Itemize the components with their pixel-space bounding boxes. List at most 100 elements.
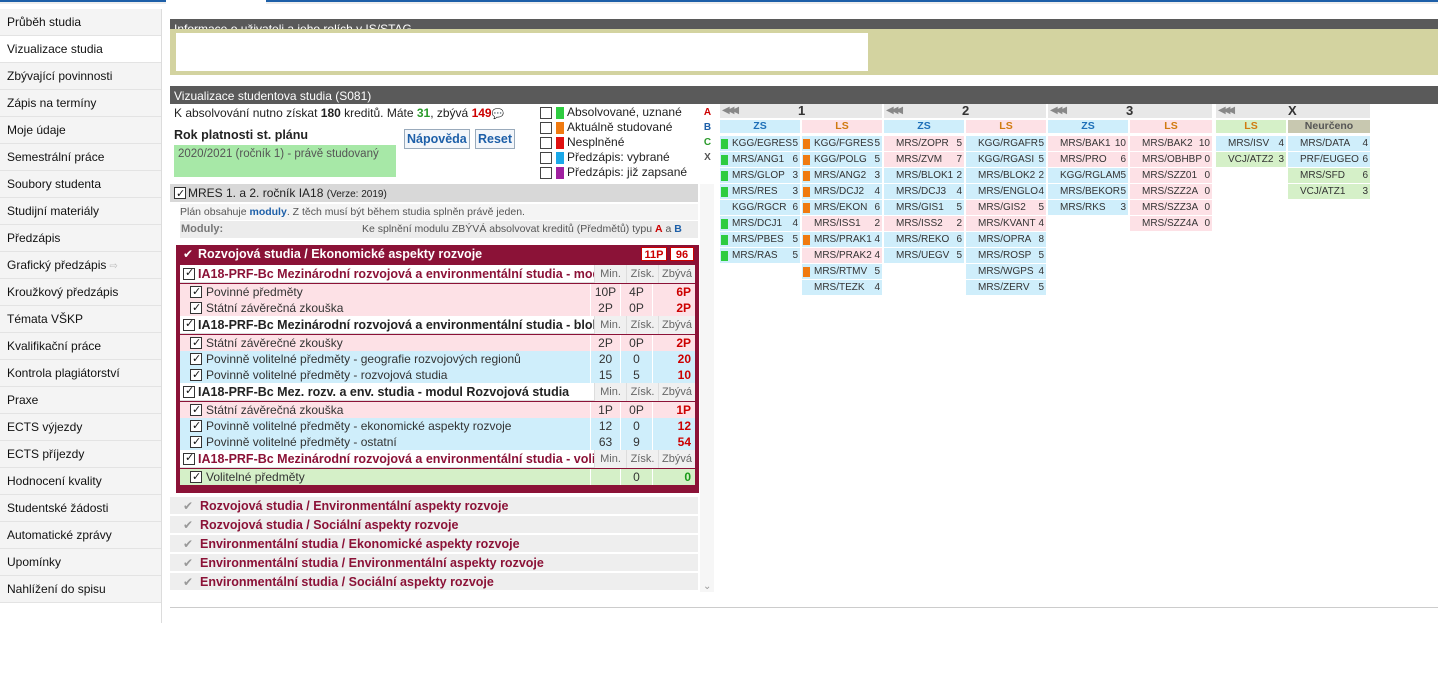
requirement-checkbox[interactable] <box>190 418 202 434</box>
legend-checkbox[interactable] <box>540 122 552 134</box>
sidebar-item[interactable]: Vizualizace studia <box>0 36 161 63</box>
scroll-down-icon[interactable]: ⌄ <box>703 581 711 592</box>
nav-left-icon[interactable]: ◀◀◀ <box>1050 104 1067 118</box>
sidebar-item[interactable]: Grafický předzápis ⇨ <box>0 252 161 279</box>
reset-button[interactable]: Reset <box>475 129 516 149</box>
subject-cell[interactable]: MRS/GIS2 5 <box>966 200 1046 215</box>
plan-scrollbar[interactable]: ⌄ <box>700 184 714 592</box>
speech-bubble-icon[interactable]: 💬 <box>492 109 504 120</box>
sidebar-item[interactable]: Nahlížení do spisu <box>0 576 161 603</box>
subject-cell[interactable]: KGG/RGCR 6 <box>720 200 800 215</box>
subject-cell[interactable]: MRS/ZERV 5 <box>966 280 1046 295</box>
sidebar-item[interactable]: Praxe <box>0 387 161 414</box>
sidebar-item[interactable]: ECTS výjezdy <box>0 414 161 441</box>
requirement-checkbox[interactable] <box>190 469 202 485</box>
sidebar-item[interactable]: Zbývající povinnosti <box>0 63 161 90</box>
sidebar-item[interactable]: Moje údaje <box>0 117 161 144</box>
subject-cell[interactable]: MRS/WGPS 4 <box>966 264 1046 279</box>
sidebar-item[interactable]: ECTS příjezdy <box>0 441 161 468</box>
sidebar-item[interactable]: Předzápis <box>0 225 161 252</box>
requirement-row[interactable]: Povinně volitelné předměty - ekonomické … <box>180 418 695 434</box>
selected-plan-variant[interactable]: ✔ Rozvojová studia / Ekonomické aspekty … <box>176 245 699 493</box>
subject-cell[interactable]: MRS/OBHBP 0 <box>1130 152 1212 167</box>
sidebar-item[interactable]: Automatické zprávy <box>0 522 161 549</box>
subject-cell[interactable]: MRS/ISV 4 <box>1216 136 1286 151</box>
subject-cell[interactable]: MRS/PRAK2 4 <box>802 248 882 263</box>
requirement-checkbox[interactable] <box>190 351 202 367</box>
plan-variant-row[interactable]: ✔ Environmentální studia / Sociální aspek… <box>170 572 698 590</box>
subject-cell[interactable]: MRS/BLOK2 2 <box>966 168 1046 183</box>
requirement-row[interactable]: Volitelné předměty 00 <box>180 469 695 485</box>
subject-cell[interactable]: VCJ/ATZ1 3 <box>1288 184 1370 199</box>
requirement-row[interactable]: Povinně volitelné předměty - ostatní 6395… <box>180 434 695 450</box>
sidebar-item[interactable]: Semestrální práce <box>0 144 161 171</box>
subject-cell[interactable]: KGG/EGRES 5 <box>720 136 800 151</box>
subject-cell[interactable]: MRS/ISS2 2 <box>884 216 964 231</box>
requirement-checkbox[interactable] <box>190 434 202 450</box>
subject-cell[interactable]: KGG/RGAFR 5 <box>966 136 1046 151</box>
subject-cell[interactable]: MRS/DATA 4 <box>1288 136 1370 151</box>
subject-cell[interactable]: KGG/RGLAM 5 <box>1048 168 1128 183</box>
subject-cell[interactable]: MRS/RAS 5 <box>720 248 800 263</box>
sidebar-item[interactable]: Studentské žádosti <box>0 495 161 522</box>
requirement-checkbox[interactable] <box>190 402 202 418</box>
subject-cell[interactable]: KGG/FGRES 5 <box>802 136 882 151</box>
subject-cell[interactable]: MRS/RKS 3 <box>1048 200 1128 215</box>
legend-checkbox[interactable] <box>540 107 552 119</box>
subject-cell[interactable]: MRS/PRAK1 4 <box>802 232 882 247</box>
plan-variant-row[interactable]: ✔ Environmentální studia / Ekonomické asp… <box>170 534 698 552</box>
requirement-checkbox[interactable] <box>190 284 202 300</box>
subject-cell[interactable]: MRS/DCJ3 4 <box>884 184 964 199</box>
sidebar-item[interactable]: Kroužkový předzápis <box>0 279 161 306</box>
subject-cell[interactable]: MRS/GIS1 5 <box>884 200 964 215</box>
module-checkbox[interactable] <box>183 266 195 280</box>
legend-checkbox[interactable] <box>540 167 552 179</box>
subject-cell[interactable]: MRS/DCJ2 4 <box>802 184 882 199</box>
subject-cell[interactable]: MRS/BAK1 10 <box>1048 136 1128 151</box>
subject-cell[interactable]: KGG/RGASI 5 <box>966 152 1046 167</box>
legend-item[interactable]: Předzápis: vybrané X <box>540 150 715 165</box>
subject-cell[interactable]: MRS/OPRA 8 <box>966 232 1046 247</box>
subject-cell[interactable]: MRS/SZZ4A 0 <box>1130 216 1212 231</box>
sidebar-item[interactable]: Kvalifikační práce <box>0 333 161 360</box>
legend-item[interactable]: Předzápis: již zapsané <box>540 165 715 180</box>
subject-cell[interactable]: MRS/REKO 6 <box>884 232 964 247</box>
module-checkbox[interactable] <box>183 451 195 465</box>
module-checkbox[interactable] <box>183 384 195 398</box>
sidebar-item[interactable]: Hodnocení kvality <box>0 468 161 495</box>
legend-item[interactable]: Nesplněné C <box>540 135 715 150</box>
help-button[interactable]: Nápověda <box>404 129 470 149</box>
requirement-row[interactable]: Státní závěrečné zkoušky 2P0P2P <box>180 335 695 351</box>
subject-cell[interactable]: MRS/SZZ01 0 <box>1130 168 1212 183</box>
plan-variant-row[interactable]: ✔ Rozvojová studia / Environmentální aspe… <box>170 496 698 514</box>
requirement-row[interactable]: Státní závěrečná zkouška 2P0P2P <box>180 300 695 316</box>
subject-cell[interactable]: MRS/SZZ3A 0 <box>1130 200 1212 215</box>
subject-cell[interactable]: MRS/ZVM 7 <box>884 152 964 167</box>
subject-cell[interactable]: KGG/POLG 5 <box>802 152 882 167</box>
subject-cell[interactable]: MRS/DCJ1 4 <box>720 216 800 231</box>
subject-cell[interactable]: PRF/EUGEO 6 <box>1288 152 1370 167</box>
subject-cell[interactable]: MRS/ISS1 2 <box>802 216 882 231</box>
subject-cell[interactable]: MRS/TEZK 4 <box>802 280 882 295</box>
subject-cell[interactable]: MRS/KVANT 4 <box>966 216 1046 231</box>
subject-cell[interactable]: MRS/ENGLO 4 <box>966 184 1046 199</box>
module-checkbox[interactable] <box>183 317 195 331</box>
subject-cell[interactable]: MRS/SFD 6 <box>1288 168 1370 183</box>
requirement-row[interactable]: Povinně volitelné předměty - rozvojová s… <box>180 367 695 383</box>
subject-cell[interactable]: MRS/RTMV 5 <box>802 264 882 279</box>
subject-cell[interactable]: MRS/ANG1 6 <box>720 152 800 167</box>
nav-left-icon[interactable]: ◀◀◀ <box>722 104 739 118</box>
nav-left-icon[interactable]: ◀◀◀ <box>886 104 903 118</box>
nav-left-icon[interactable]: ◀◀◀ <box>1218 104 1235 118</box>
requirement-row[interactable]: Povinné předměty 10P4P6P <box>180 284 695 300</box>
subject-cell[interactable]: MRS/BEKOR 5 <box>1048 184 1128 199</box>
legend-checkbox[interactable] <box>540 152 552 164</box>
subject-cell[interactable]: VCJ/ATZ2 3 <box>1216 152 1286 167</box>
legend-checkbox[interactable] <box>540 137 552 149</box>
plan-year-select[interactable]: 2020/2021 (ročník 1) - právě studovaný <box>174 145 396 177</box>
subject-cell[interactable]: MRS/EKON 6 <box>802 200 882 215</box>
subject-cell[interactable]: MRS/UEGV 5 <box>884 248 964 263</box>
sidebar-item[interactable]: Témata VŠKP <box>0 306 161 333</box>
subject-cell[interactable]: MRS/BAK2 10 <box>1130 136 1212 151</box>
requirement-checkbox[interactable] <box>190 367 202 383</box>
